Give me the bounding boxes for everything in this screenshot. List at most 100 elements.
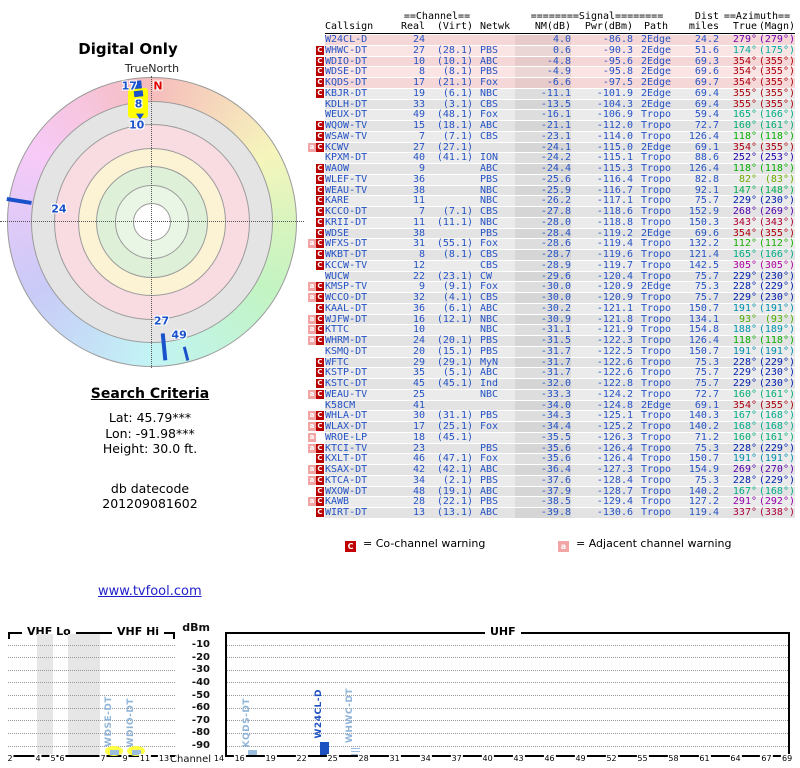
cell-callsign[interactable]: WSAW-TV [325,131,401,142]
cell-noise-margin: -24.4 [515,164,571,174]
cell-callsign[interactable]: WQOW-TV [325,121,401,131]
table-row: C WIRT-DT 13 (13.1) ABC -39.8 -130.6 Tropo 119.4… [316,508,795,519]
cell-callsign[interactable]: WAOW [325,164,401,174]
cell-callsign[interactable]: KAAL-DT [325,303,401,314]
signal-bar [110,750,119,755]
cell-callsign[interactable]: KSTC-DT [325,379,401,389]
cell-magnetic-azimuth: (83°) [764,173,795,185]
cell-callsign[interactable]: KRII-DT [325,217,401,228]
cell-callsign[interactable]: KQDS-DT [325,78,401,88]
search-criteria: Search Criteria Lat: 45.79*** Lon: -91.9… [30,386,270,512]
cell-callsign[interactable]: WHWC-DT [325,45,401,56]
cell-callsign[interactable]: KCWV [325,142,401,153]
cell-callsign[interactable]: WUCW [325,271,401,282]
cell-callsign[interactable]: KBJR-DT [325,88,401,99]
cell-callsign[interactable]: W24CL-D [325,35,401,45]
cell-true-azimuth: 82° [738,173,757,185]
cell-callsign[interactable]: WEAU-TV [325,185,401,196]
cell-callsign[interactable]: KTCA-DT [325,475,401,486]
cell-callsign[interactable]: WCCO-DT [325,293,401,303]
cell-callsign[interactable]: KTCI-TV [325,443,401,454]
cell-callsign[interactable]: WFXS-DT [325,239,401,249]
cell-callsign[interactable]: WHLA-DT [325,411,401,421]
cell-callsign[interactable]: WJFW-DT [325,314,401,325]
cell-callsign[interactable]: WKBT-DT [325,250,401,260]
cell-path: Tropo [640,249,672,260]
cell-virtual-channel [425,196,473,206]
cell-callsign[interactable]: KARE [325,196,401,206]
cell-true-azimuth: 165° [732,109,757,121]
cell-real-channel: 8 [418,66,425,78]
cell-callsign[interactable]: WROE-LP [325,432,401,443]
cell-callsign[interactable]: WFTC [325,357,401,368]
cell-callsign[interactable]: WDIO-DT [325,56,401,67]
channel-tick-label: 2 [6,754,14,763]
polar-channel-label: 8 [134,97,143,111]
cell-magnetic-azimuth: (253°) [758,152,795,164]
cell-power: -115.0 [596,141,633,153]
cell-callsign[interactable]: KXLT-DT [325,454,401,464]
db-datecode-value: 201209081602 [102,496,198,511]
cell-callsign[interactable]: WEUX-DT [325,110,401,120]
tvfool-link[interactable]: www.tvfool.com [98,584,202,599]
cell-network: PBS [480,410,499,422]
cell-callsign[interactable]: WHRM-DT [325,336,401,346]
cell-true-azimuth: 160° [732,431,757,443]
cell-true-azimuth: 167° [732,410,757,422]
col-callsign: Callsign [325,21,374,32]
cell-callsign[interactable]: KAWB [325,497,401,507]
cell-distance: 51.6 [694,44,719,56]
co-channel-warning-icon: C [316,164,324,173]
cell-power: -104.3 [596,98,633,110]
cell-virtual-channel: (28.1) [436,44,473,56]
cell-noise-margin: -25.6 [515,174,571,185]
cell-true-azimuth: 354° [732,227,757,239]
co-channel-warning-icon: C [316,56,324,66]
cell-noise-margin: -35.6 [515,454,571,464]
cell-magnetic-azimuth: (168°) [758,410,795,422]
cell-network: NBC [480,195,499,207]
co-channel-warning-icon: C [316,379,324,388]
cell-distance: 69.4 [694,87,719,99]
co-channel-warning-icon: C [316,78,324,87]
cell-callsign[interactable]: KSMQ-DT [325,346,401,357]
cell-noise-margin: -13.5 [515,99,571,110]
cell-network: PBS [480,474,499,486]
adjacent-channel-warning-icon: a [308,465,316,474]
channel-tick [182,346,190,361]
co-channel-warning-icon: C [316,260,324,270]
cell-callsign[interactable]: KCCO-DT [325,207,401,217]
cell-callsign[interactable]: KSTP-DT [325,368,401,378]
dbm-gridline [8,720,175,722]
channel-tick-label: 37 [450,754,463,763]
cell-power: -101.9 [596,87,633,99]
cell-callsign[interactable]: WEAU-TV [325,389,401,400]
cell-network: CW [480,270,493,282]
cell-callsign[interactable]: KCCW-TV [325,260,401,271]
cell-callsign[interactable]: WLAX-DT [325,422,401,432]
cell-callsign[interactable]: KPXM-DT [325,153,401,163]
cell-callsign[interactable]: KMSP-TV [325,282,401,292]
co-channel-warning-icon: C [316,389,324,399]
cell-virtual-channel: (6.1) [442,87,473,99]
cell-path: Tropo [640,206,672,217]
cell-network: CBS [480,206,499,217]
cell-path: 2Edge [640,66,672,78]
cell-magnetic-azimuth: (168°) [758,485,795,497]
cell-callsign[interactable]: K58CM [325,400,401,411]
cell-noise-margin: -31.7 [515,368,571,378]
cell-callsign[interactable]: WXOW-DT [325,486,401,497]
cell-virtual-channel: (15.1) [436,345,473,357]
cell-callsign[interactable]: KSAX-DT [325,465,401,475]
cell-callsign[interactable]: WDSE [325,228,401,239]
cell-callsign[interactable]: KDLH-DT [325,99,401,110]
cell-magnetic-azimuth: (355°) [758,66,795,78]
cell-callsign[interactable]: WIRT-DT [325,508,401,518]
cell-network: Fox [480,77,499,88]
cell-callsign[interactable]: KTTC [325,325,401,335]
cell-path: 2Edge [640,34,672,45]
cell-virtual-channel: (42.1) [436,464,473,475]
cell-real-channel: 35 [412,367,425,379]
cell-callsign[interactable]: WDSE-DT [325,67,401,77]
cell-callsign[interactable]: WLEF-TV [325,174,401,185]
